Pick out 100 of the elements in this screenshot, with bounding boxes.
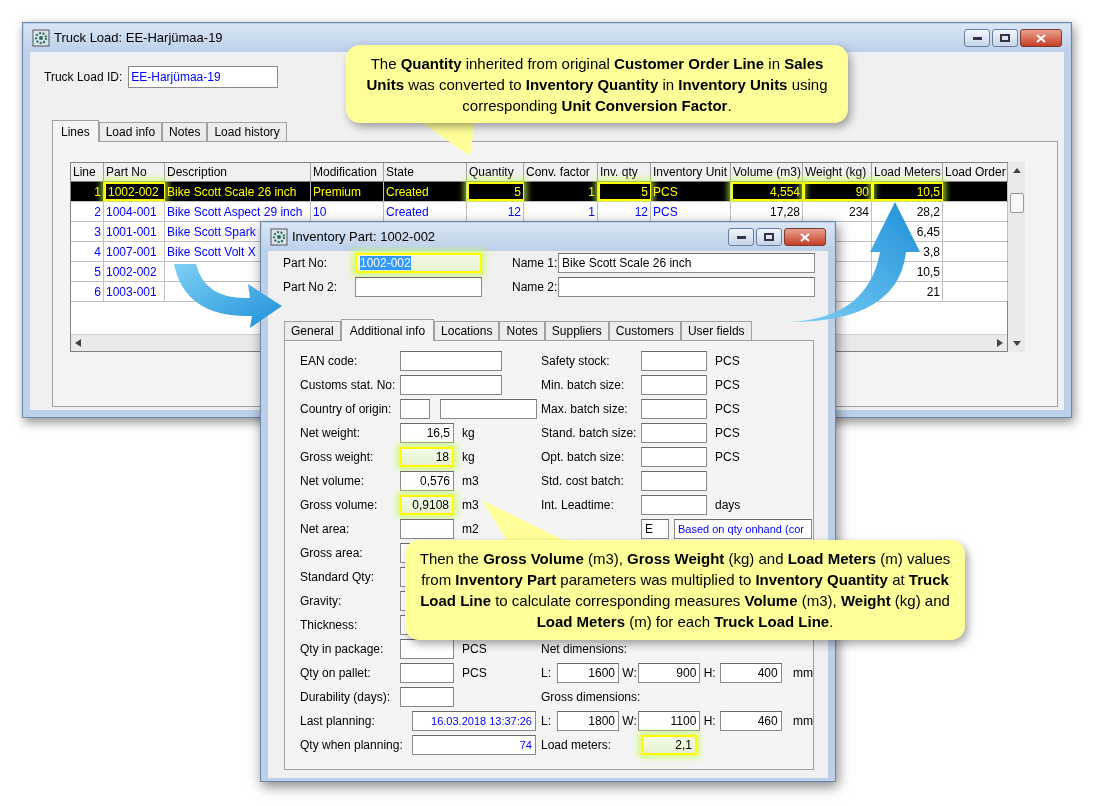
column-header[interactable]: Part No (104, 163, 165, 181)
maximize-icon (1000, 34, 1010, 42)
tab[interactable]: Lines (52, 120, 99, 142)
scroll-up-icon[interactable] (1012, 168, 1021, 173)
input-field[interactable]: 16,5 (400, 423, 454, 443)
column-header[interactable]: Conv. factor (524, 163, 598, 181)
unit-label: mm (793, 713, 813, 730)
field-label: Int. Leadtime: (541, 497, 615, 514)
scroll-thumb[interactable] (1009, 193, 1024, 213)
input-field[interactable] (400, 687, 454, 707)
scroll-down-icon[interactable] (1012, 341, 1021, 346)
field-label: Last planning: (300, 713, 376, 730)
column-header[interactable]: Description (165, 163, 311, 181)
table-cell: 4,554 (731, 182, 803, 201)
input-field[interactable] (400, 519, 454, 539)
input-field[interactable]: 18 (400, 447, 454, 467)
input-field[interactable]: 1800 (557, 711, 619, 731)
input-field[interactable] (440, 399, 537, 419)
table-cell: 5 (467, 182, 524, 201)
column-header[interactable]: Quantity (467, 163, 524, 181)
input-field[interactable]: 900 (638, 663, 701, 683)
tab[interactable]: Customers (608, 321, 681, 340)
input-field[interactable]: 460 (719, 711, 782, 731)
column-header[interactable]: Line (71, 163, 104, 181)
close-button[interactable] (784, 228, 826, 246)
input-field[interactable]: Bike Scott Scale 26 inch (558, 253, 815, 273)
minimize-button[interactable] (964, 29, 990, 47)
tab[interactable]: Additional info (340, 319, 435, 341)
input-field[interactable]: 0,9108 (400, 495, 454, 515)
field-label: Min. batch size: (541, 377, 626, 394)
unit-label: PCS (715, 449, 740, 466)
field-label: Net dimensions: (541, 641, 628, 658)
input-field[interactable]: 74 (412, 735, 536, 755)
input-field[interactable]: E (641, 519, 669, 539)
input-field[interactable]: 1600 (557, 663, 619, 683)
input-field[interactable] (400, 639, 454, 659)
field-label: Country of origin: (300, 401, 393, 418)
maximize-button[interactable] (992, 29, 1018, 47)
dimension-label: L: (541, 713, 552, 730)
input-field[interactable] (641, 375, 707, 395)
column-header[interactable]: Modification (311, 163, 384, 181)
table-cell: 5 (71, 262, 104, 281)
table-row[interactable]: 1 1002-002 Bike Scott Scale 26 inch Premium Created 5 1 5 PCS 4,554 90 10,5 (71, 182, 1007, 202)
column-header[interactable]: Weight (kg) (803, 163, 872, 181)
unit-label: m2 (462, 521, 479, 538)
input-field[interactable]: 0,576 (400, 471, 454, 491)
column-header[interactable]: Inv. qty (598, 163, 651, 181)
scroll-right-icon[interactable] (997, 339, 1003, 347)
field-label: Net weight: (300, 425, 362, 442)
input-field[interactable] (558, 277, 815, 297)
tab[interactable]: General (284, 321, 341, 340)
unit-label: PCS (715, 377, 740, 394)
maximize-button[interactable] (756, 228, 782, 246)
field-label: Stand. batch size: (541, 425, 638, 442)
table-cell: 1002-002 (104, 182, 165, 201)
vertical-scrollbar[interactable] (1008, 162, 1025, 352)
dimension-label: W: (622, 665, 638, 682)
close-icon (800, 232, 810, 242)
input-field[interactable] (400, 399, 430, 419)
table-cell: 1 (71, 182, 104, 201)
column-header[interactable]: Inventory Unit (651, 163, 731, 181)
input-field[interactable] (641, 495, 707, 515)
window-title: Truck Load: EE-Harjümaa-19 (54, 29, 223, 48)
input-field[interactable] (400, 351, 502, 371)
input-field[interactable] (641, 351, 707, 371)
scroll-left-icon[interactable] (75, 339, 81, 347)
unit-label: PCS (715, 425, 740, 442)
maximize-icon (764, 233, 774, 241)
input-field[interactable]: Based on qty onhand (cor (674, 519, 812, 539)
input-field[interactable] (641, 399, 707, 419)
tab[interactable]: Notes (162, 122, 208, 141)
column-header[interactable]: Volume (m3) (731, 163, 803, 181)
truck-load-id-field[interactable]: EE-Harjümaa-19 (128, 66, 279, 88)
input-field[interactable] (400, 663, 454, 683)
dimension-label: W: (622, 713, 638, 730)
close-button[interactable] (1020, 29, 1062, 47)
input-field[interactable] (355, 277, 482, 297)
tab[interactable]: User fields (680, 321, 752, 340)
input-field[interactable]: 2,1 (641, 735, 697, 755)
input-field[interactable] (641, 471, 707, 491)
minimize-button[interactable] (728, 228, 754, 246)
field-label: Standard Qty: (300, 569, 376, 586)
input-field[interactable] (400, 375, 502, 395)
input-field[interactable] (641, 447, 707, 467)
tab[interactable]: Load history (207, 122, 287, 141)
tab[interactable]: Load info (98, 122, 163, 141)
column-header[interactable]: State (384, 163, 467, 181)
input-field[interactable] (641, 423, 707, 443)
unit-label: mm (793, 665, 813, 682)
unit-label: PCS (462, 665, 487, 682)
table-row[interactable]: 2 1004-001 Bike Scott Aspect 29 inch 10 Created 12 1 12 PCS 17,28 234 28,2 (71, 202, 1007, 222)
tab[interactable]: Locations (434, 321, 500, 340)
input-field[interactable]: 400 (719, 663, 782, 683)
tab[interactable]: Notes (499, 321, 545, 340)
column-header[interactable]: Load Meters (872, 163, 943, 181)
table-cell: 1002-002 (104, 262, 165, 281)
input-field[interactable]: 16.03.2018 13:37:26 (412, 711, 536, 731)
tab[interactable]: Suppliers (544, 321, 609, 340)
input-field[interactable]: 1100 (638, 711, 701, 731)
table-cell: Premium (311, 182, 384, 201)
